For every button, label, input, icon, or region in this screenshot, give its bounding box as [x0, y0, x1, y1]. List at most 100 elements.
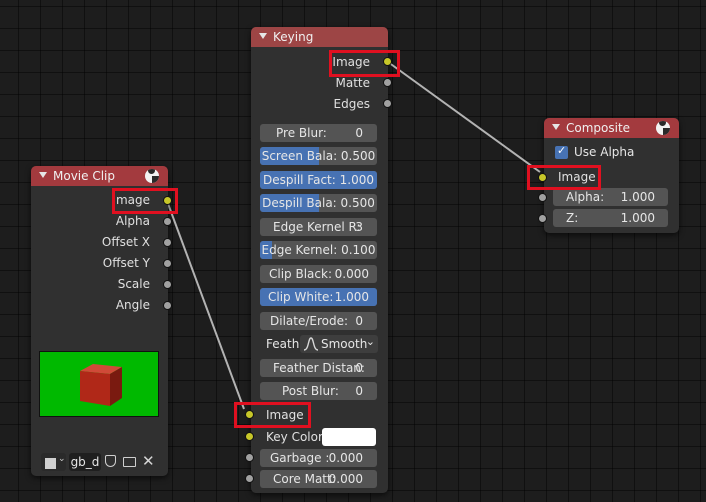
edge-kernel-tolerance-slider[interactable]: Edge Kernel: 0.100 — [260, 241, 377, 259]
keying-garbage-input-socket[interactable] — [245, 453, 254, 462]
pre-blur-field[interactable]: Pre Blur: 0 — [260, 124, 377, 142]
red-cube-image — [80, 364, 122, 406]
composite-z-input-socket[interactable] — [538, 214, 547, 223]
feather-distance-field[interactable]: Feather Distan: 0 — [260, 359, 377, 377]
clip-white-slider[interactable]: Clip White: 1.000 — [260, 288, 377, 306]
slider-text: Screen Bala: 0.500 — [261, 149, 376, 163]
collapse-triangle-icon[interactable] — [39, 172, 47, 178]
z-field[interactable]: Z: 1.000 — [553, 209, 668, 227]
output-angle-label: Angle — [115, 298, 150, 312]
keying-key-color-input-socket[interactable] — [245, 432, 254, 441]
chevron-down-icon: ⌄ — [58, 454, 66, 464]
movie-clip-node[interactable]: Movie Clip Image Alpha Offset X Offset Y… — [31, 166, 168, 476]
garbage-matte-field[interactable]: Garbage : 0.000 — [260, 449, 377, 467]
keying-node[interactable]: Keying Image Matte Edges Pre Blur: 0 Scr… — [251, 27, 388, 493]
feather-falloff-value: Smooth — [321, 337, 368, 351]
feather-falloff-label: Feath — [266, 337, 300, 351]
output-alpha-label: Alpha — [115, 214, 150, 228]
composite-image-input-socket[interactable] — [538, 173, 547, 182]
link-keying-to-composite — [387, 61, 541, 173]
output-matte-label: Matte — [335, 76, 371, 90]
clip-black-field[interactable]: Clip Black: 0.000 — [260, 265, 377, 283]
field-value: 0 — [355, 361, 363, 375]
output-scale-label: Scale — [117, 277, 150, 291]
movie-clip-angle-socket[interactable] — [163, 301, 172, 310]
movie-clip-offset-y-socket[interactable] — [163, 259, 172, 268]
screen-balance-slider[interactable]: Screen Bala: 0.500 — [260, 147, 377, 165]
key-color-swatch[interactable] — [322, 428, 376, 446]
field-label: Edge Kernel R: — [273, 220, 361, 234]
node-title: Keying — [273, 30, 314, 44]
smooth-curve-icon — [303, 337, 319, 351]
output-edges-label: Edges — [333, 97, 370, 111]
render-preview-icon[interactable] — [656, 121, 670, 135]
movie-clip-offset-x-socket[interactable] — [163, 238, 172, 247]
chevron-down-icon: ⌄ — [365, 335, 375, 348]
node-title: Movie Clip — [53, 169, 115, 183]
collapse-triangle-icon[interactable] — [259, 33, 267, 39]
clapperboard-icon — [45, 458, 56, 469]
fake-user-shield-icon[interactable] — [105, 455, 116, 467]
field-value: 0.000 — [334, 267, 369, 281]
input-key-color-label: Key Color — [266, 430, 323, 444]
render-preview-icon[interactable] — [145, 169, 159, 183]
output-image-label: Image — [332, 55, 370, 69]
field-value: 0 — [355, 126, 363, 140]
output-offset-y-label: Offset Y — [102, 256, 150, 270]
movie-clip-alpha-output-socket[interactable] — [163, 217, 172, 226]
checkmark-icon: ✓ — [557, 144, 567, 157]
input-image-label: Image — [266, 408, 304, 422]
node-title: Composite — [566, 121, 631, 135]
field-label: Core Matt: — [273, 472, 336, 486]
keying-image-input-socket[interactable] — [245, 410, 254, 419]
field-value: 0 — [355, 384, 363, 398]
feather-falloff-dropdown[interactable]: Smooth ⌄ — [300, 335, 378, 353]
alpha-field[interactable]: Alpha: 1.000 — [553, 188, 668, 206]
keying-core-input-socket[interactable] — [245, 474, 254, 483]
close-icon[interactable]: ✕ — [142, 452, 155, 470]
field-label: Pre Blur: — [276, 126, 327, 140]
dilate-erode-field[interactable]: Dilate/Erode: 0 — [260, 312, 377, 330]
input-image-label: Image — [558, 170, 596, 184]
field-value: 3 — [355, 220, 363, 234]
use-alpha-label: Use Alpha — [574, 145, 635, 159]
keying-header[interactable]: Keying — [251, 27, 388, 47]
despill-balance-slider[interactable]: Despill Bala: 0.500 — [260, 194, 377, 212]
composite-node[interactable]: Composite ✓ Use Alpha Image Alpha: 1.000… — [544, 118, 679, 233]
slider-text: Despill Bala: 0.500 — [262, 196, 375, 210]
field-value: 1.000 — [620, 211, 655, 225]
movie-clip-image-output-socket[interactable] — [163, 196, 172, 205]
field-value: 0.000 — [328, 472, 363, 486]
slider-text: Despill Fact: 1.000 — [263, 173, 374, 187]
keying-matte-output-socket[interactable] — [383, 78, 392, 87]
collapse-triangle-icon[interactable] — [552, 124, 560, 130]
movie-clip-header[interactable]: Movie Clip — [31, 166, 168, 186]
output-offset-x-label: Offset X — [101, 235, 150, 249]
field-label: Alpha: — [566, 190, 605, 204]
field-label: Garbage : — [270, 451, 330, 465]
output-image-label: Image — [112, 193, 150, 207]
field-value: 0 — [355, 314, 363, 328]
keying-image-output-socket[interactable] — [383, 57, 392, 66]
clip-toolbar: ⌄ gb_d ✕ — [39, 452, 157, 471]
edge-kernel-radius-field[interactable]: Edge Kernel R: 3 — [260, 218, 377, 236]
link-movieclip-to-keying — [166, 200, 245, 410]
clip-browse-button[interactable]: ⌄ — [41, 453, 66, 471]
clip-name-field[interactable]: gb_d — [69, 453, 101, 471]
open-folder-icon[interactable] — [123, 457, 136, 467]
composite-alpha-input-socket[interactable] — [538, 193, 547, 202]
field-label: Dilate/Erode: — [270, 314, 349, 328]
field-value: 1.000 — [334, 290, 369, 304]
field-label: Clip White: — [268, 290, 334, 304]
slider-text: Edge Kernel: 0.100 — [261, 243, 376, 257]
field-label: Z: — [566, 211, 579, 225]
core-matte-field[interactable]: Core Matt: 0.000 — [260, 470, 377, 488]
composite-header[interactable]: Composite — [544, 118, 679, 138]
post-blur-field[interactable]: Post Blur: 0 — [260, 382, 377, 400]
use-alpha-checkbox[interactable]: ✓ — [555, 144, 568, 159]
field-value: 1.000 — [620, 190, 655, 204]
keying-edges-output-socket[interactable] — [383, 99, 392, 108]
despill-factor-slider[interactable]: Despill Fact: 1.000 — [260, 171, 377, 189]
movie-clip-scale-socket[interactable] — [163, 280, 172, 289]
field-label: Post Blur: — [282, 384, 339, 398]
